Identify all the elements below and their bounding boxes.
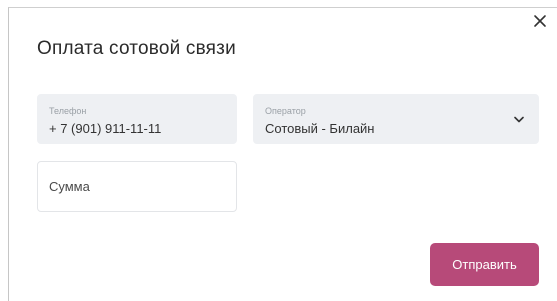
phone-label: Телефон (49, 106, 87, 116)
amount-field[interactable] (37, 161, 237, 212)
chevron-down-icon[interactable] (514, 116, 524, 123)
amount-input[interactable] (38, 162, 236, 211)
submit-button[interactable]: Отправить (430, 243, 539, 286)
dialog-title: Оплата сотовой связи (37, 38, 236, 59)
operator-label: Оператор (265, 106, 306, 116)
phone-field[interactable]: Телефон + 7 (901) 911-11-11 (37, 94, 237, 144)
phone-value[interactable]: + 7 (901) 911-11-11 (49, 121, 161, 136)
close-icon[interactable] (533, 14, 547, 28)
operator-select[interactable]: Оператор Сотовый - Билайн (253, 94, 539, 144)
operator-value[interactable]: Сотовый - Билайн (265, 121, 374, 136)
